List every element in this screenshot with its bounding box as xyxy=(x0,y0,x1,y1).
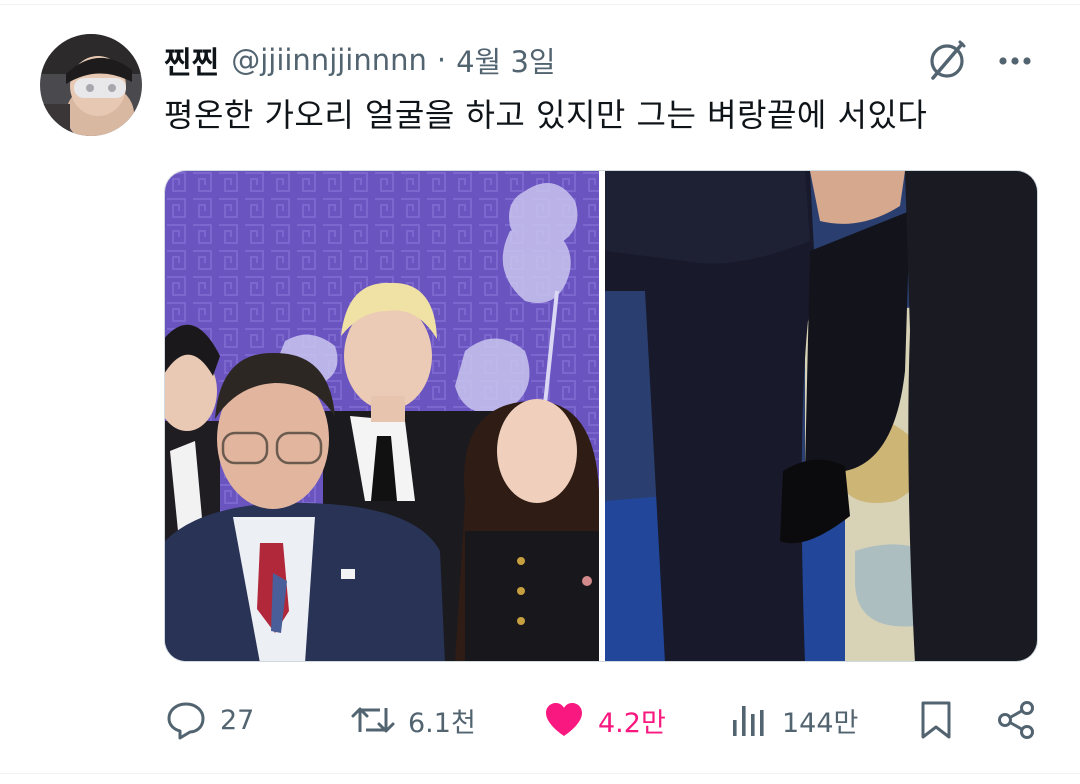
like-count: 4.2만 xyxy=(598,707,666,739)
more-options-icon[interactable] xyxy=(994,46,1036,76)
user-handle[interactable]: @jjiinnjjinnnn xyxy=(231,43,427,77)
views-count: 144만 xyxy=(782,707,859,739)
bottom-divider xyxy=(0,773,1080,774)
reply-icon xyxy=(167,702,205,740)
tweet-text: 평온한 가오리 얼굴을 하고 있지만 그는 벼랑끝에 서있다 xyxy=(164,96,928,134)
bookmark-icon xyxy=(921,701,951,739)
share-button[interactable] xyxy=(994,690,1038,750)
retweet-button[interactable]: 6.1천 xyxy=(350,690,476,750)
views-icon xyxy=(733,706,764,736)
tweet-date[interactable]: 4월 3일 xyxy=(456,39,555,81)
tweet-actions: 27 6.1천 4.2만 144만 xyxy=(164,690,1044,750)
reply-count: 27 xyxy=(220,704,255,736)
tweet-header: 찐찐 @jjiinnjjinnnn · 4월 3일 xyxy=(164,36,556,84)
separator-dot: · xyxy=(436,43,447,77)
views-button[interactable]: 144만 xyxy=(730,690,858,750)
like-button[interactable]: 4.2만 xyxy=(542,690,666,750)
grok-icon[interactable] xyxy=(924,38,970,84)
group-photo[interactable] xyxy=(165,171,599,661)
media-grid[interactable] xyxy=(164,170,1038,662)
avatar[interactable] xyxy=(40,34,142,136)
retweet-icon xyxy=(351,707,395,733)
share-icon xyxy=(998,701,1034,739)
heart-icon xyxy=(546,703,582,736)
bookmark-button[interactable] xyxy=(916,690,956,750)
retweet-count: 6.1천 xyxy=(408,707,476,739)
top-divider xyxy=(0,4,1080,5)
reply-button[interactable]: 27 xyxy=(164,690,254,750)
display-name[interactable]: 찐찐 xyxy=(164,38,219,82)
legs-closeup-photo[interactable] xyxy=(605,171,1037,661)
